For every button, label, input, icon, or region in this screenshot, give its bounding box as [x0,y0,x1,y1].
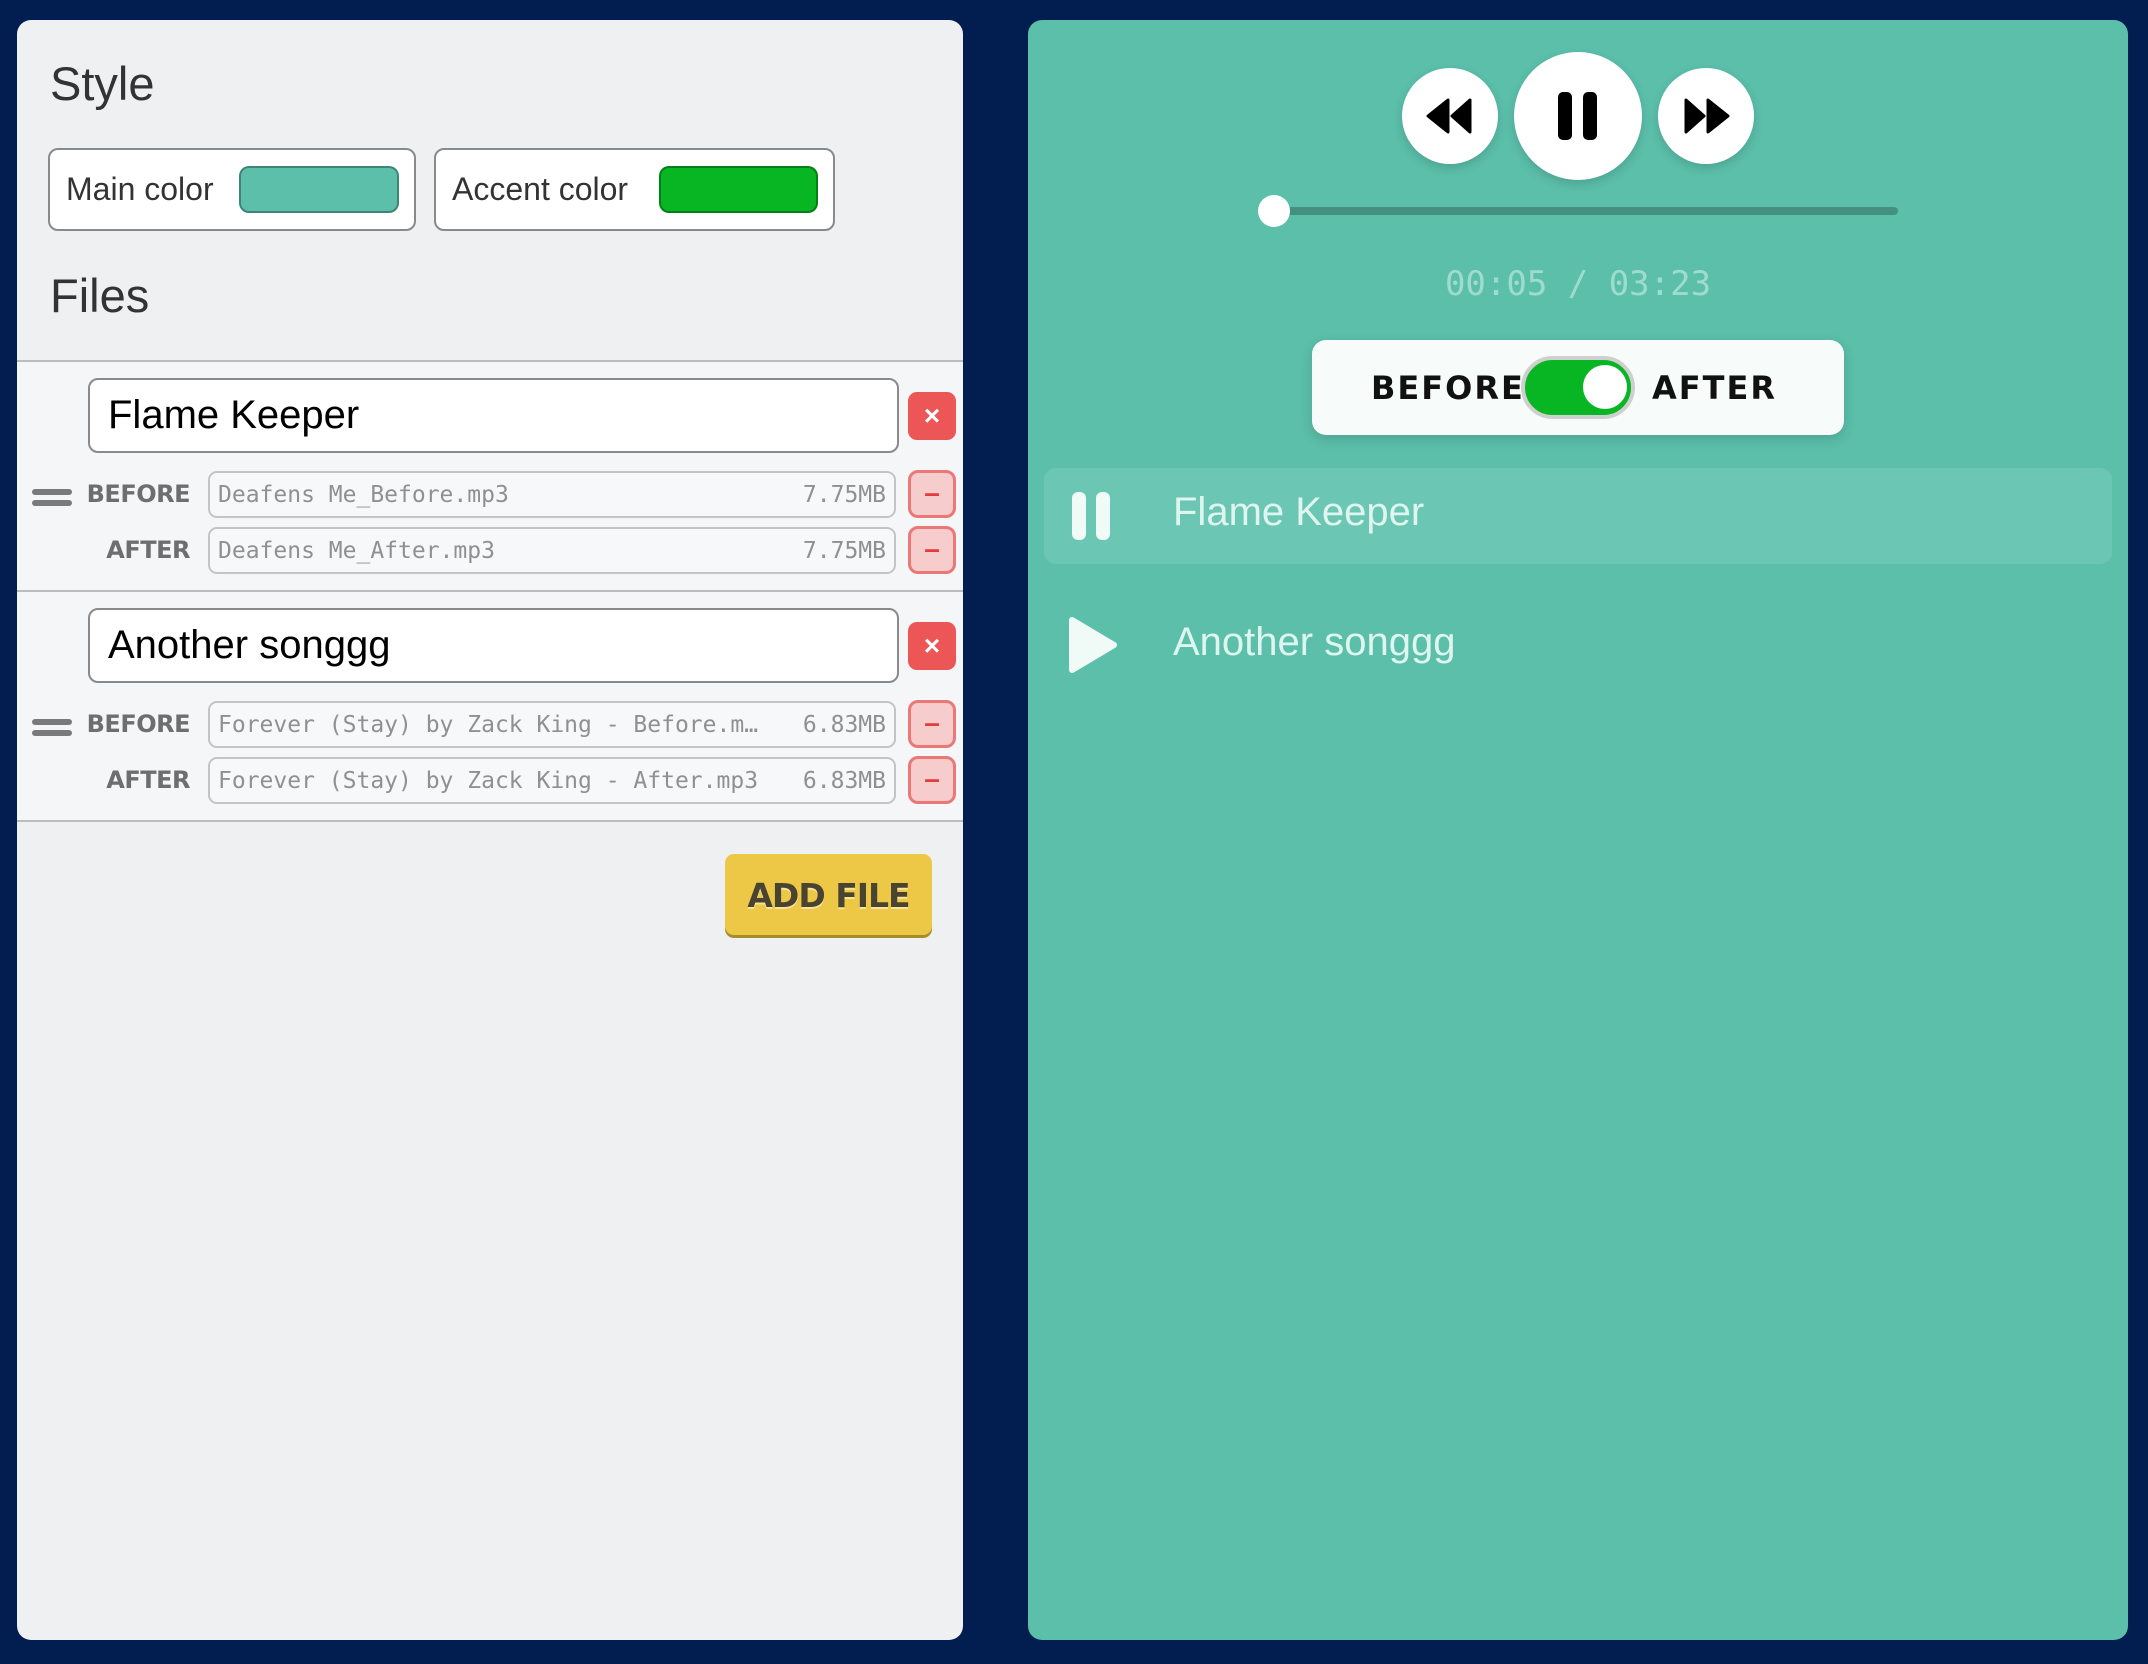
remove-after-file-button[interactable]: – [908,756,956,804]
delete-song-button[interactable]: × [908,392,956,440]
files-heading: Files [50,269,150,322]
delete-song-button[interactable]: × [908,622,956,670]
after-file-size: 7.75MB [802,537,886,564]
progress-slider[interactable] [1258,195,1898,227]
main-color-swatch[interactable] [239,166,399,213]
before-label: BEFORE [86,710,191,738]
file-group: Another songgg × BEFORE Forever (Stay) b… [17,590,963,822]
before-toggle-label: BEFORE [1371,369,1525,407]
editor-panel: Style Main color Accent color Files Flam… [17,20,963,1640]
pause-icon [1558,92,1597,140]
after-file-name: Forever (Stay) by Zack King - After.mp3 [218,767,759,794]
accent-color-label: Accent color [452,171,629,207]
after-file-name: Deafens Me_After.mp3 [218,537,495,564]
track-title: Another songgg [1173,620,1456,664]
accent-color-picker[interactable]: Accent color [434,148,835,231]
track-item[interactable]: Another songgg [1044,600,2112,696]
track-title: Flame Keeper [1173,490,1425,534]
before-file-name: Deafens Me_Before.mp3 [218,481,509,508]
file-group: Flame Keeper × BEFORE Deafens Me_Before.… [17,360,963,592]
main-color-label: Main color [66,171,214,207]
add-file-button[interactable]: ADD FILE [725,854,932,935]
style-heading: Style [50,57,155,110]
fast-forward-icon [1684,98,1730,134]
remove-after-file-button[interactable]: – [908,526,956,574]
song-name-input[interactable]: Another songgg [88,608,899,683]
play-icon[interactable] [1068,616,1118,674]
after-file-input[interactable]: Deafens Me_After.mp3 7.75MB [208,527,896,574]
after-label: AFTER [106,536,190,564]
remove-before-file-button[interactable]: – [908,470,956,518]
accent-color-swatch[interactable] [659,166,818,213]
after-toggle-label: AFTER [1652,369,1777,407]
before-after-toggle[interactable] [1521,356,1635,419]
pause-button[interactable] [1514,52,1642,180]
remove-before-file-button[interactable]: – [908,700,956,748]
time-display: 00:05 / 03:23 [1444,264,1712,304]
before-after-switch: BEFORE AFTER [1312,340,1844,435]
before-label: BEFORE [86,480,191,508]
main-color-picker[interactable]: Main color [48,148,416,231]
rewind-icon [1426,98,1472,134]
pause-icon[interactable] [1072,492,1112,540]
player-panel: 00:05 / 03:23 BEFORE AFTER Flame Keeper … [1028,20,2128,1640]
before-file-input[interactable]: Deafens Me_Before.mp3 7.75MB [208,471,896,518]
before-file-size: 7.75MB [802,481,886,508]
song-name-input[interactable]: Flame Keeper [88,378,899,453]
before-file-name: Forever (Stay) by Zack King - Before.m… [218,711,759,738]
after-file-size: 6.83MB [802,767,886,794]
before-file-size: 6.83MB [802,711,886,738]
toggle-knob [1583,365,1627,409]
after-label: AFTER [106,766,190,794]
before-file-input[interactable]: Forever (Stay) by Zack King - Before.m… … [208,701,896,748]
after-file-input[interactable]: Forever (Stay) by Zack King - After.mp3 … [208,757,896,804]
track-item[interactable]: Flame Keeper [1044,468,2112,564]
rewind-button[interactable] [1402,68,1498,164]
progress-slider-thumb[interactable] [1258,195,1290,227]
fast-forward-button[interactable] [1658,68,1754,164]
